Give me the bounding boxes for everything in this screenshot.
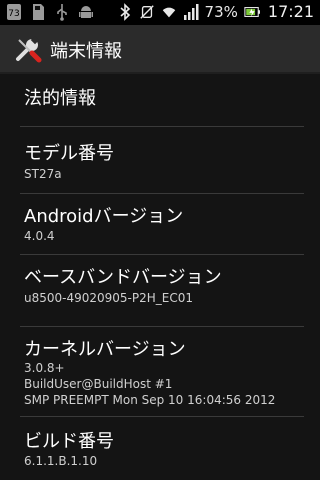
list-item-value-line: SMP PREEMPT Mon Sep 10 16:04:56 2012 — [24, 393, 276, 407]
bluetooth-icon — [117, 2, 133, 21]
list-item-legal-info[interactable]: 法的情報 — [0, 72, 320, 126]
wifi-icon — [161, 3, 177, 21]
clock: 17:21 — [267, 2, 314, 21]
battery-icon — [244, 3, 260, 21]
list-item-title: ビルド番号 — [24, 431, 114, 452]
list-item-model-number[interactable]: モデル番号 ST27a — [0, 127, 320, 193]
notification-badge-icon: 73 — [6, 3, 22, 21]
android-debug-icon — [78, 3, 94, 21]
list-item-title: モデル番号 — [24, 143, 114, 164]
list-item-value-line: BuildUser@BuildHost #1 — [24, 377, 173, 391]
list-item-kernel-version[interactable]: カーネルバージョン 3.0.8+ BuildUser@BuildHost #1 … — [0, 327, 320, 412]
list-item-title: ベースバンドバージョン — [24, 267, 222, 288]
list-item-value: 6.1.1.B.1.10 — [24, 454, 98, 468]
status-bar: 73 73% 17:21 — [0, 0, 320, 25]
usb-icon — [54, 3, 70, 21]
list-item-value: u8500-49020905-P2H_EC01 — [24, 291, 194, 305]
list-item-value: 4.0.4 — [24, 229, 55, 243]
signal-icon — [183, 3, 199, 21]
list-item-title: Androidバージョン — [24, 206, 184, 227]
settings-tools-icon[interactable] — [14, 35, 42, 63]
battery-percent: 73% — [204, 2, 238, 21]
silent-mode-icon — [139, 3, 155, 21]
list-item-build-number[interactable]: ビルド番号 6.1.1.B.1.10 — [0, 417, 320, 480]
list-item-value-line: 3.0.8+ — [24, 361, 65, 375]
notification-count: 73 — [8, 9, 19, 19]
list-item-value: ST27a — [24, 167, 62, 181]
sd-card-icon — [30, 3, 46, 21]
action-bar: 端末情報 — [0, 25, 320, 74]
page-title: 端末情報 — [50, 41, 122, 62]
list-item-baseband-version[interactable]: ベースバンドバージョン u8500-49020905-P2H_EC01 — [0, 255, 320, 326]
list-item-title: カーネルバージョン — [24, 339, 186, 360]
list-item-title: 法的情報 — [24, 88, 96, 109]
list-item-android-version[interactable]: Androidバージョン 4.0.4 — [0, 194, 320, 254]
